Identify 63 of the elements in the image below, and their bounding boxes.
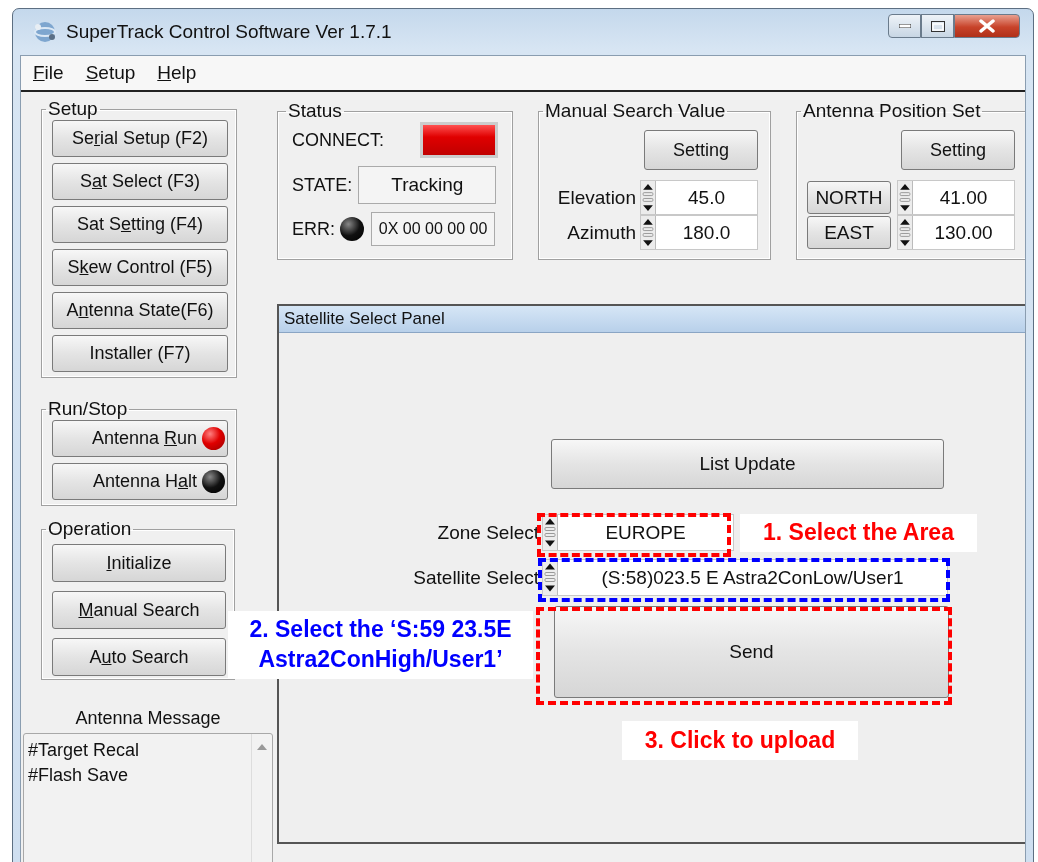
spin-arrows-icon[interactable] [898, 216, 913, 249]
spin-box[interactable]: EUROPE [542, 514, 734, 551]
spin-box[interactable]: 45.0 [640, 180, 758, 215]
app-icon [32, 20, 58, 44]
err-label: ERR: [292, 218, 335, 240]
group-title: Operation [47, 518, 133, 540]
close-icon [979, 19, 995, 33]
connect-label: CONNECT: [292, 129, 384, 151]
operation-button[interactable]: Auto Search [52, 638, 226, 676]
antenna-button[interactable]: Antenna Halt [52, 463, 228, 500]
setup-button[interactable]: Sat Setting (F4) [52, 206, 228, 243]
select-label: Satellite Select [412, 566, 540, 589]
operation-button[interactable]: Manual Search [52, 591, 226, 629]
setup-button[interactable]: Installer (F7) [52, 335, 228, 372]
err-code-field: 0X 00 00 00 00 [371, 212, 495, 246]
antenna-button[interactable]: Antenna Run [52, 420, 228, 457]
setup-button[interactable]: Skew Control (F5) [52, 249, 228, 286]
close-button[interactable] [954, 14, 1020, 38]
group-title: Antenna Position Set [802, 100, 982, 122]
state-label: STATE: [292, 174, 353, 196]
spin-arrows-icon[interactable] [543, 515, 558, 550]
setup-button[interactable]: Sat Select (F3) [52, 163, 228, 200]
spin-arrows-icon[interactable] [898, 181, 913, 214]
maximize-icon [930, 20, 945, 32]
select-label: Zone Select [436, 521, 540, 544]
menu-item[interactable]: Help [153, 62, 201, 84]
state-field: Tracking [358, 166, 497, 204]
callout-note: 3. Click to upload [622, 721, 858, 760]
message-line: #Target Recal [28, 740, 141, 761]
message-line: #Flash Save [28, 765, 130, 786]
spin-arrows-icon[interactable] [641, 216, 656, 249]
spin-arrows-icon[interactable] [543, 560, 558, 595]
field-label: Azimuth [567, 221, 636, 244]
menu-item[interactable]: File [29, 62, 68, 84]
list-update-button[interactable]: List Update [551, 439, 944, 489]
group-title: Setup [47, 98, 99, 120]
group-title: Run/Stop [47, 398, 129, 420]
operation-button[interactable]: Initialize [52, 544, 226, 582]
direction-button[interactable]: EAST [807, 216, 891, 249]
minimize-icon [898, 24, 911, 28]
maximize-button[interactable] [921, 14, 954, 38]
scroll-up-icon[interactable] [257, 744, 267, 750]
message-title: Antenna Message [74, 708, 222, 729]
field-label: Elevation [557, 186, 636, 209]
send-button[interactable]: Send [554, 606, 949, 698]
panel-header: Satellite Select Panel [279, 306, 1025, 333]
setup-button[interactable]: Serial Setup (F2) [52, 120, 228, 157]
minimize-button[interactable] [888, 14, 921, 38]
menu-item[interactable]: Setup [81, 62, 140, 84]
callout-note: 2. Select the ‘S:59 23.5E Astra2ConHigh/User1’ [228, 611, 533, 679]
direction-button[interactable]: NORTH [807, 181, 891, 214]
group-title: Manual Search Value [544, 100, 727, 122]
spin-box[interactable]: 41.00 [897, 180, 1015, 215]
setup-button[interactable]: Antenna State(F6) [52, 292, 228, 329]
setting-button[interactable]: Setting [644, 130, 758, 170]
spin-box[interactable]: 130.00 [897, 215, 1015, 250]
setting-button[interactable]: Setting [901, 130, 1015, 170]
spin-box[interactable]: 180.0 [640, 215, 758, 250]
window-title: SuperTrack Control Software Ver 1.7.1 [66, 21, 392, 43]
spin-box[interactable]: (S:58)023.5 E Astra2ConLow/User1 [542, 559, 948, 596]
spin-arrows-icon[interactable] [641, 181, 656, 214]
callout-note: 1. Select the Area [740, 514, 977, 552]
group-title: Status [287, 100, 343, 122]
